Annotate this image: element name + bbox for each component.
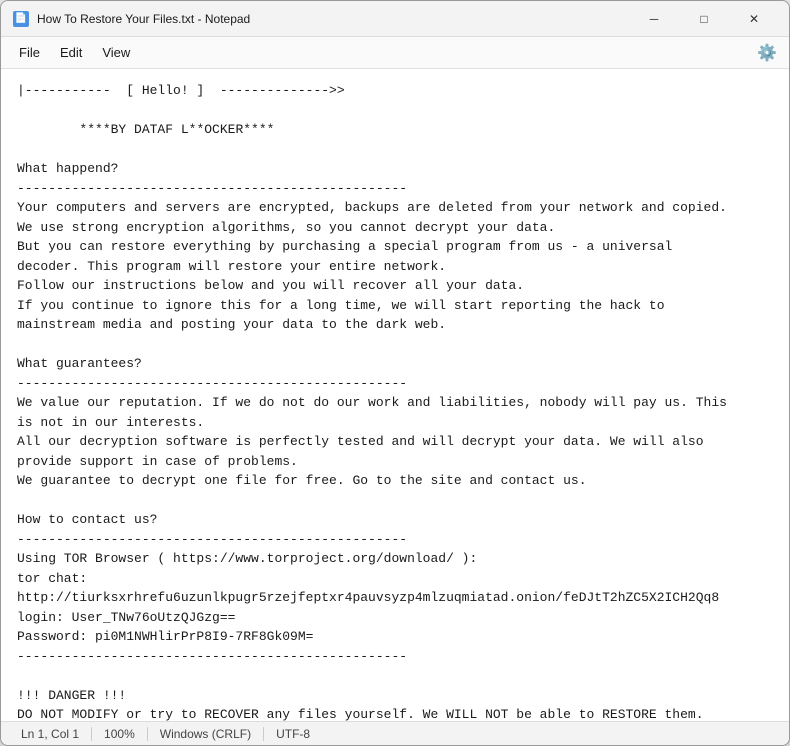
menu-view[interactable]: View (92, 41, 140, 64)
text-content[interactable]: |----------- [ Hello! ] -------------->>… (1, 69, 789, 721)
zoom-level: 100% (92, 727, 148, 741)
menu-edit[interactable]: Edit (50, 41, 92, 64)
settings-icon[interactable]: ⚙️ (753, 39, 781, 67)
menu-bar: File Edit View ⚙️ (1, 37, 789, 69)
maximize-button[interactable]: □ (681, 5, 727, 33)
minimize-button[interactable]: ─ (631, 5, 677, 33)
close-button[interactable]: ✕ (731, 5, 777, 33)
line-ending: Windows (CRLF) (148, 727, 264, 741)
window-title: How To Restore Your Files.txt - Notepad (37, 12, 631, 26)
encoding: UTF-8 (264, 727, 322, 741)
status-bar: Ln 1, Col 1 100% Windows (CRLF) UTF-8 (1, 721, 789, 745)
menu-bar-right: ⚙️ (753, 39, 781, 67)
title-bar: 📄 How To Restore Your Files.txt - Notepa… (1, 1, 789, 37)
cursor-position: Ln 1, Col 1 (9, 727, 92, 741)
app-icon: 📄 (13, 11, 29, 27)
notepad-window: 📄 How To Restore Your Files.txt - Notepa… (0, 0, 790, 746)
menu-file[interactable]: File (9, 41, 50, 64)
window-controls: ─ □ ✕ (631, 5, 777, 33)
